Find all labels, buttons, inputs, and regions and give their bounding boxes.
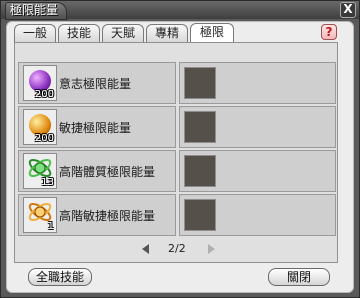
- list-item: 1 高階敏捷極限能量: [18, 194, 336, 236]
- window-title: 極限能量: [5, 2, 68, 20]
- list-item: 13 高階體質極限能量: [18, 150, 336, 192]
- item-name: 意志極限能量: [59, 77, 132, 91]
- next-page-arrow-icon[interactable]: [208, 244, 215, 254]
- help-button[interactable]: ?: [321, 24, 337, 40]
- purple-orb-icon[interactable]: 200: [23, 65, 57, 101]
- empty-slot[interactable]: [184, 67, 216, 99]
- orange-orb-icon[interactable]: 200: [23, 109, 57, 145]
- prev-page-arrow-icon[interactable]: [142, 244, 149, 254]
- tab-extreme[interactable]: 極限: [190, 23, 234, 42]
- item-cell[interactable]: 13 高階體質極限能量: [18, 150, 176, 192]
- list-item: 200 意志極限能量: [18, 62, 336, 104]
- item-slot-cell: [179, 194, 336, 236]
- item-cell[interactable]: 200 敏捷極限能量: [18, 106, 176, 148]
- title-bar[interactable]: 極限能量 X: [1, 1, 359, 20]
- green-atom-icon[interactable]: 13: [23, 153, 57, 189]
- empty-slot[interactable]: [184, 111, 216, 143]
- item-slot-cell: [179, 150, 336, 192]
- orange-atom-icon[interactable]: 1: [23, 197, 57, 233]
- item-name: 高階敏捷極限能量: [59, 209, 156, 223]
- list-item: 200 敏捷極限能量: [18, 106, 336, 148]
- close-icon[interactable]: X: [340, 2, 356, 18]
- item-count: 1: [47, 221, 54, 232]
- item-name: 敏捷極限能量: [59, 121, 132, 135]
- item-count: 13: [41, 177, 54, 188]
- item-cell[interactable]: 200 意志極限能量: [18, 62, 176, 104]
- pager: 2/2: [140, 242, 220, 256]
- tab-skills[interactable]: 技能: [58, 24, 100, 42]
- item-name: 高階體質極限能量: [59, 165, 156, 179]
- all-skills-button[interactable]: 全職技能: [28, 268, 92, 286]
- tab-general[interactable]: 一般: [14, 24, 56, 42]
- tab-mastery[interactable]: 專精: [146, 24, 188, 42]
- item-cell[interactable]: 1 高階敏捷極限能量: [18, 194, 176, 236]
- empty-slot[interactable]: [184, 199, 216, 231]
- item-slot-cell: [179, 62, 336, 104]
- page-indicator: 2/2: [168, 242, 186, 255]
- item-count: 200: [34, 89, 54, 100]
- item-slot-cell: [179, 106, 336, 148]
- empty-slot[interactable]: [184, 155, 216, 187]
- item-count: 200: [34, 133, 54, 144]
- close-button[interactable]: 關閉: [268, 268, 330, 286]
- tab-talents[interactable]: 天賦: [102, 24, 144, 42]
